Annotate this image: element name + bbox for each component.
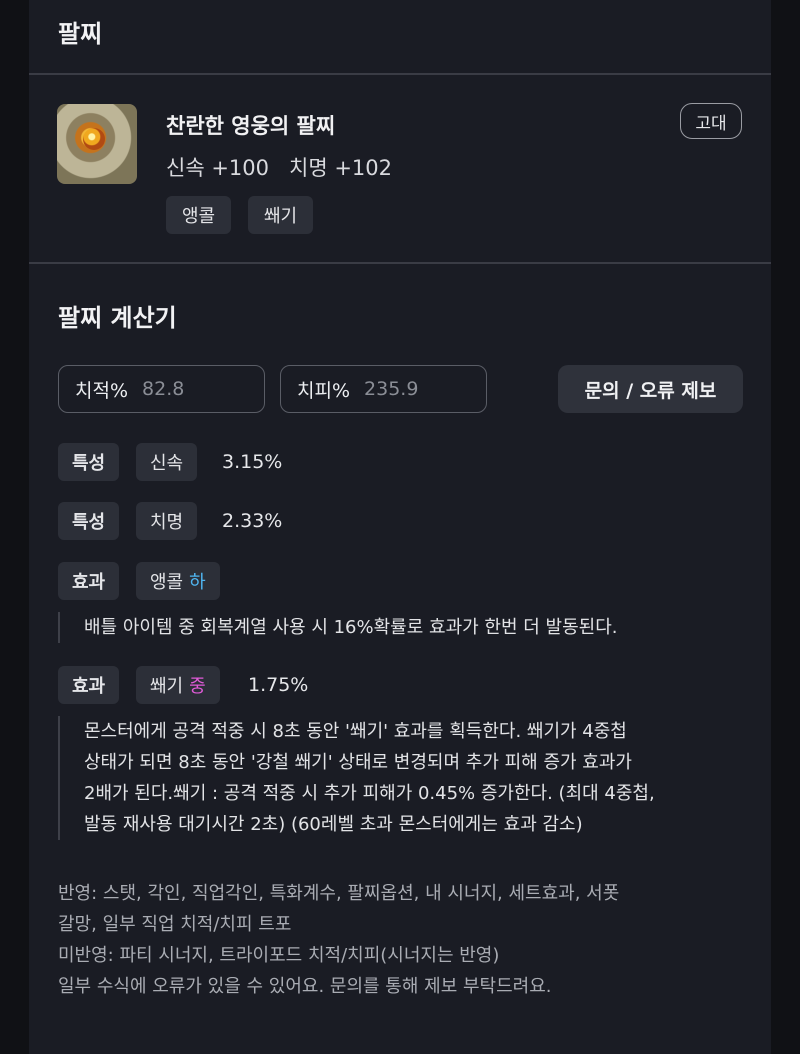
divider (29, 73, 771, 75)
effect-description-line: 발동 재사용 대기시간 2초) (60레벨 초과 몬스터에게는 효과 감소) (84, 814, 583, 835)
effect-grade: 중 (189, 676, 206, 697)
effect-value: 1.75% (248, 674, 309, 696)
item-stats: 신속 +100 치명 +102 (166, 156, 393, 180)
note-line: 갈망, 일부 직업 치적/치피 트포 (58, 914, 292, 935)
note-line: 일부 수식에 오류가 있을 수 있어요. 문의를 통해 제보 부탁드려요. (58, 976, 552, 997)
effect-name-chip: 쐐기 중 (136, 666, 220, 704)
report-error-button[interactable]: 문의 / 오류 제보 (558, 365, 743, 413)
calculator-title: 팔찌 계산기 (58, 304, 177, 332)
effect-description: 배틀 아이템 중 회복계열 사용 시 16%확률로 효과가 한번 더 발동된다. (58, 612, 618, 643)
effect-tag: 앵콜 (166, 196, 232, 234)
effect-description-line: 배틀 아이템 중 회복계열 사용 시 16%확률로 효과가 한번 더 발동된다. (84, 617, 618, 638)
effect-description-line: 상태가 되면 8초 동안 '강철 쐐기' 상태로 변경되며 추가 피해 증가 효… (84, 752, 632, 773)
effect-description-line: 몬스터에게 공격 적중 시 8초 동안 '쐐기' 효과를 획득한다. 쐐기가 4… (84, 721, 627, 742)
note-line: 반영: 스탯, 각인, 직업각인, 특화계수, 팔찌옵션, 내 시너지, 세트효… (58, 883, 620, 904)
effect-name-chip: 앵콜 하 (136, 562, 220, 600)
crit-damage-input[interactable]: 235.9 (364, 378, 418, 400)
row-type-chip: 특성 (58, 443, 120, 481)
bracelet-item-icon (57, 104, 137, 184)
effect-name: 앵콜 (150, 572, 184, 593)
row-value: 3.15% (222, 451, 283, 473)
effect-type-chip: 효과 (58, 666, 120, 704)
effect-description: 몬스터에게 공격 적중 시 8초 동안 '쐐기' 효과를 획득한다. 쐐기가 4… (58, 716, 655, 840)
bracelet-panel: 팔찌 찬란한 영웅의 팔찌 신속 +100 치명 +102 고대 앵콜 쐐기 팔… (29, 0, 771, 1054)
crit-damage-label: 치피% (297, 379, 351, 402)
divider (29, 262, 771, 264)
item-name: 찬란한 영웅의 팔찌 (166, 114, 336, 138)
row-name-chip: 신속 (136, 443, 198, 481)
crit-rate-input[interactable]: 82.8 (142, 378, 184, 400)
crit-rate-field[interactable]: 치적% 82.8 (58, 365, 265, 413)
effect-description-line: 2배가 된다.쐐기 : 공격 적중 시 추가 피해가 0.45% 증가한다. (… (84, 783, 655, 804)
bracelet-gem-icon (83, 128, 105, 150)
row-type-chip: 특성 (58, 502, 120, 540)
row-name-chip: 치명 (136, 502, 198, 540)
effect-grade: 하 (189, 572, 206, 593)
crit-damage-field[interactable]: 치피% 235.9 (280, 365, 487, 413)
calculator-notes: 반영: 스탯, 각인, 직업각인, 특화계수, 팔찌옵션, 내 시너지, 세트효… (58, 878, 748, 1002)
effect-type-chip: 효과 (58, 562, 120, 600)
row-value: 2.33% (222, 510, 283, 532)
grade-badge: 고대 (680, 103, 742, 139)
crit-rate-label: 치적% (75, 379, 129, 402)
bracelet-section-title: 팔찌 (58, 20, 103, 48)
effect-name: 쐐기 (150, 676, 184, 697)
note-line: 미반영: 파티 시너지, 트라이포드 치적/치피(시너지는 반영) (58, 945, 500, 966)
effect-tag: 쐐기 (248, 196, 314, 234)
